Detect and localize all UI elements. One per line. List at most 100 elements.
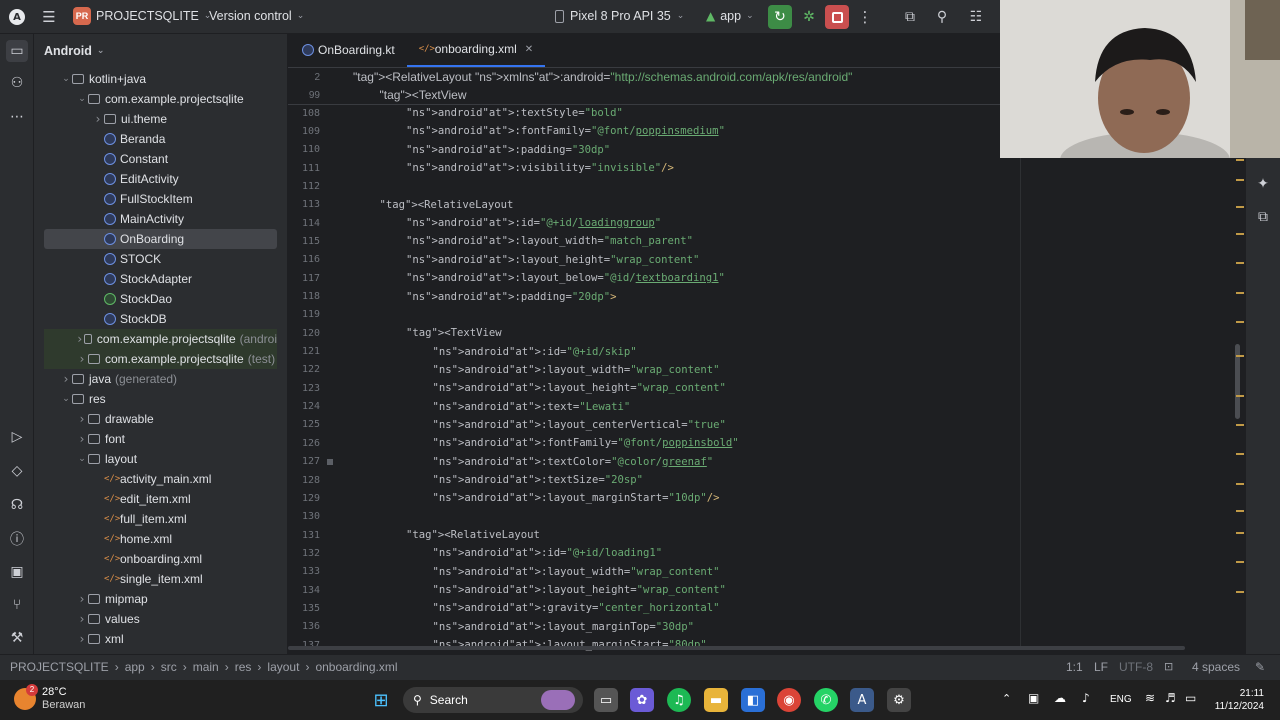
app-icon[interactable]: ⚙ — [887, 688, 911, 712]
tree-item[interactable]: › ui.theme — [44, 109, 277, 129]
microphone-icon[interactable]: ♪ — [1082, 691, 1090, 705]
tab-onboarding-xml[interactable]: </> onboarding.xml ✕ — [406, 33, 546, 67]
rerun-icon[interactable]: ↻ — [768, 5, 792, 29]
stop-icon[interactable] — [825, 5, 849, 29]
code-line[interactable]: 130 — [288, 508, 1018, 526]
chevron-down-icon[interactable]: ⌄ — [60, 394, 72, 404]
tree-item[interactable]: </> edit_item.xml — [44, 489, 277, 509]
android-studio-taskbar-icon[interactable]: A — [850, 688, 874, 712]
volume-icon[interactable]: ♬ — [1165, 691, 1176, 705]
tree-item[interactable]: </> activity_main.xml — [44, 469, 277, 489]
project-selector[interactable]: PR PROJECTSQLITE ⌄ — [73, 7, 211, 25]
gem-icon[interactable]: ◇ — [6, 460, 28, 482]
code-line[interactable]: 118 "ns">android"at">:padding="20dp"> — [288, 288, 1018, 306]
task-view-icon[interactable]: ▭ — [594, 688, 618, 712]
more-horizontal-icon[interactable]: ⋯ — [6, 106, 28, 128]
breadcrumb-item[interactable]: res — [235, 660, 252, 674]
code-line[interactable]: 109 "ns">android"at">:fontFamily="@font/p… — [288, 122, 1018, 140]
code-line[interactable]: 121 "ns">android"at">:id="@+id/skip" — [288, 343, 1018, 361]
line-separator[interactable]: LF — [1094, 660, 1108, 674]
warning-marker[interactable] — [1236, 590, 1244, 593]
warning-marker[interactable] — [1236, 561, 1244, 564]
code-line[interactable]: 112 — [288, 177, 1018, 195]
tree-item[interactable]: EditActivity — [44, 169, 277, 189]
code-line[interactable]: 134 "ns">android"at">:layout_height="wrap… — [288, 581, 1018, 599]
chevron-right-icon[interactable]: › — [76, 592, 88, 606]
tree-item[interactable]: Constant — [44, 149, 277, 169]
chevron-right-icon[interactable]: › — [76, 412, 88, 426]
warning-marker[interactable] — [1236, 482, 1244, 485]
tree-item[interactable]: › font — [44, 429, 277, 449]
tree-item[interactable]: › values — [44, 609, 277, 629]
hamburger-menu-icon[interactable]: ☰ — [40, 8, 58, 26]
tree-item[interactable]: ⌄ res — [44, 389, 277, 409]
whatsapp-icon[interactable]: ✆ — [814, 688, 838, 712]
tree-item[interactable]: ⌄ kotlin+java — [44, 69, 277, 89]
device-selector[interactable]: Pixel 8 Pro API 35 ⌄ — [555, 9, 684, 23]
code-line[interactable]: 115 "ns">android"at">:layout_width="match… — [288, 232, 1018, 250]
code-line[interactable]: 131 "tag"><RelativeLayout — [288, 526, 1018, 544]
code-line[interactable]: 128 "ns">android"at">:textSize="20sp" — [288, 471, 1018, 489]
taskbar-search[interactable]: ⚲ Search — [403, 687, 583, 713]
code-line[interactable]: 127 "ns">android"at">:textColor="@color/g… — [288, 453, 1018, 471]
tray-app-icon[interactable]: ▣ — [1028, 691, 1039, 705]
horizontal-scrollbar[interactable] — [288, 646, 1185, 650]
chevron-down-icon[interactable]: ⌄ — [76, 454, 88, 464]
tree-item[interactable]: › drawable — [44, 409, 277, 429]
tree-item[interactable]: OnBoarding — [44, 229, 277, 249]
readonly-toggle-icon[interactable]: ⊡ — [1164, 660, 1173, 673]
code-line[interactable]: 108 "ns">android"at">:textStyle="bold" — [288, 104, 1018, 122]
chevron-right-icon[interactable]: › — [76, 612, 88, 626]
clock[interactable]: 21:11 11/12/2024 — [1210, 687, 1264, 713]
close-icon[interactable]: ✕ — [525, 44, 533, 55]
code-line[interactable]: 136 "ns">android"at">:layout_marginTop="3… — [288, 618, 1018, 636]
chevron-up-icon[interactable]: ⌃ — [1002, 692, 1011, 705]
battery-icon[interactable]: ▭ — [1185, 691, 1196, 705]
cursor-position[interactable]: 1:1 — [1066, 660, 1083, 674]
tree-item[interactable]: STOCK — [44, 249, 277, 269]
copilot-icon[interactable]: ✿ — [630, 688, 654, 712]
language-indicator[interactable]: ENG — [1110, 694, 1132, 705]
tree-item[interactable]: ⌄ layout — [44, 449, 277, 469]
code-line[interactable]: 111 "ns">android"at">:visibility="invisib… — [288, 159, 1018, 177]
breadcrumb-item[interactable]: onboarding.xml — [315, 660, 397, 674]
warning-marker[interactable] — [1236, 510, 1244, 513]
code-line[interactable]: 135 "ns">android"at">:gravity="center_hor… — [288, 599, 1018, 617]
indent-setting[interactable]: 4 spaces — [1192, 660, 1240, 674]
code-line[interactable]: 126 "ns">android"at">:fontFamily="@font/p… — [288, 434, 1018, 452]
warning-marker[interactable] — [1236, 206, 1244, 209]
chevron-right-icon[interactable]: › — [76, 332, 84, 346]
chevron-down-icon[interactable]: ⌄ — [60, 74, 72, 84]
code-line[interactable]: 110 "ns">android"at">:padding="30dp" — [288, 141, 1018, 159]
warning-marker[interactable] — [1236, 179, 1244, 181]
settings-lines-icon[interactable]: ☷ — [966, 7, 986, 27]
version-control-menu[interactable]: Version control ⌄ — [209, 9, 304, 23]
warning-marker[interactable] — [1236, 355, 1244, 358]
tree-item[interactable]: › java (generated) — [44, 369, 277, 389]
tree-item[interactable]: StockAdapter — [44, 269, 277, 289]
code-line[interactable]: 129 "ns">android"at">:layout_marginStart=… — [288, 489, 1018, 507]
tree-item[interactable]: FullStockItem — [44, 189, 277, 209]
git-icon[interactable]: ⑂ — [6, 594, 28, 616]
code-line[interactable]: 113 "tag"><RelativeLayout — [288, 196, 1018, 214]
chevron-down-icon[interactable]: ⌄ — [76, 94, 88, 104]
breadcrumb-item[interactable]: app — [125, 660, 145, 674]
edit-icon[interactable]: ✎ — [1255, 660, 1265, 674]
warning-marker[interactable] — [1236, 232, 1244, 235]
code-line[interactable]: 132 "ns">android"at">:id="@+id/loading1" — [288, 544, 1018, 562]
project-folder-icon[interactable]: ▭ — [6, 40, 28, 62]
warning-marker[interactable] — [1236, 453, 1244, 456]
tab-onboarding-kt[interactable]: OnBoarding.kt — [290, 33, 407, 67]
chevron-right-icon[interactable]: › — [76, 352, 88, 366]
terminal-icon[interactable]: ▣ — [6, 561, 28, 583]
chevron-right-icon[interactable]: › — [60, 372, 72, 386]
gemini-icon[interactable]: ✦ — [1254, 175, 1272, 193]
gutter-marker-icon[interactable] — [327, 458, 333, 465]
sticky-code-line[interactable]: 2 "tag"><RelativeLayout "ns">xmlns"at">:a… — [288, 68, 1018, 86]
code-line[interactable]: 122 "ns">android"at">:layout_width="wrap_… — [288, 361, 1018, 379]
code-line[interactable]: 125 "ns">android"at">:layout_centerVertic… — [288, 416, 1018, 434]
wifi-icon[interactable]: ≋ — [1145, 691, 1155, 705]
file-explorer-icon[interactable]: ▬ — [704, 688, 728, 712]
code-line[interactable]: 116 "ns">android"at">:layout_height="wrap… — [288, 251, 1018, 269]
structure-icon[interactable]: ⚇ — [6, 72, 28, 94]
